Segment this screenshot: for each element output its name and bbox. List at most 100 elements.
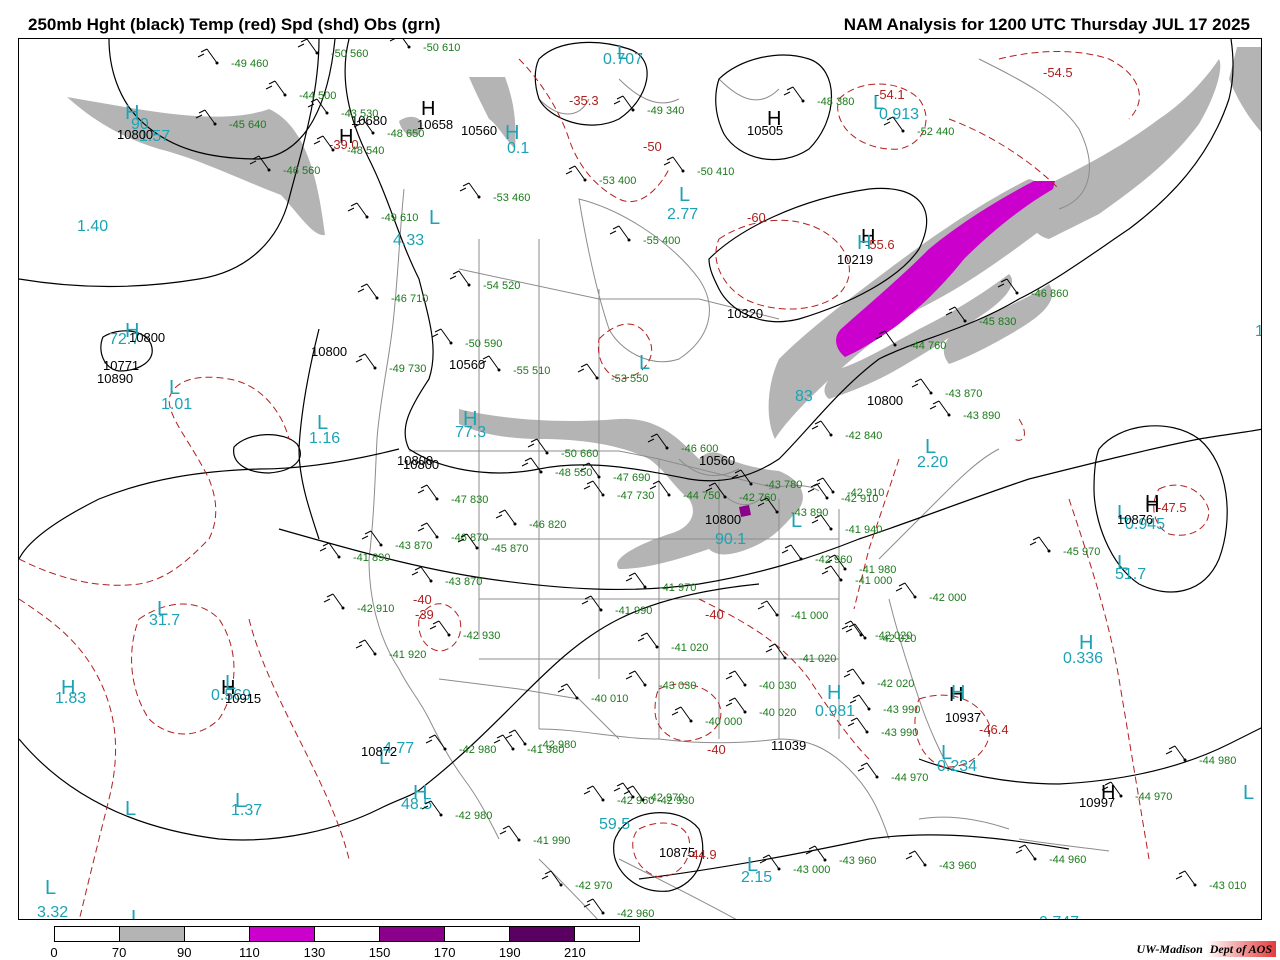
station-dot [449,341,453,345]
height-value: 10800 [311,344,347,359]
credit-label: UW-Madison Dept of AOS [1137,941,1276,957]
wind-barb [807,483,828,499]
us-mexico-border [438,678,620,740]
wind-barb [781,544,802,560]
station-dot [1047,549,1051,553]
station-obs: -43 780 [765,479,802,491]
station-obs: -45 830 [979,316,1016,328]
height-value: 10320 [727,306,763,321]
station-obs: -52 440 [917,126,954,138]
credit-dept: Dept of AOS [1205,941,1276,957]
wind-barb [417,522,438,538]
station-dot [947,413,951,417]
wind-barb [499,825,520,841]
station-dot [783,656,787,660]
station-obs: -42 930 [657,795,694,807]
station-obs: -42 930 [463,630,500,642]
station-dot [777,867,781,871]
speed-extrema-value: 31.7 [149,612,180,629]
height-value: 10800 [867,393,903,408]
map-canvas: HHHHHHHHH LHHLL HLH LLHLLLHLLLH HLLLLHLLLLH… [19,39,1261,920]
station-dot [681,169,685,173]
wind-barb [1015,844,1036,860]
station-dot [375,296,379,300]
wind-barb [625,572,646,588]
wind-barb [495,509,516,525]
height-value: 10872 [361,744,397,759]
station-dot [583,178,587,182]
wind-barb [265,80,286,96]
wind-barb [663,156,684,172]
station-dot [601,911,605,915]
speed-extrema-value: 90.1 [715,531,746,548]
station-dot [331,148,335,152]
station-obs: -50 590 [465,338,502,350]
station-obs: -41 980 [527,744,564,756]
wind-barb [765,643,786,659]
station-dot [443,747,447,751]
speed-extrema-value: 1.16 [309,430,340,447]
wind-barb [357,283,378,299]
height-value: 10937 [945,710,981,725]
station-obs: -43 960 [839,855,876,867]
station-obs: -43 870 [445,576,482,588]
station-obs: -42 970 [575,880,612,892]
station-dot [325,111,329,115]
height-value: 10890 [97,371,133,386]
station-dot [631,108,635,112]
height-value: 10800 [705,512,741,527]
station-obs: -46 820 [529,519,566,531]
isotherm [698,598,870,760]
station-dot [859,633,863,637]
height-value: 10876 [1117,512,1153,527]
temperature-value: -47.5 [1157,500,1187,515]
wind-barb [505,729,526,745]
height-value: 10800 [129,330,165,345]
legend-swatch [315,927,380,941]
wind-barb [411,566,432,582]
height-value: 11039 [771,738,806,753]
temperature-value: -40 [707,742,726,757]
speed-extrema-value: 2.20 [917,454,948,471]
station-obs: -42 910 [357,603,394,615]
wind-barb [625,670,646,686]
analysis-time-title: NAM Analysis for 1200 UTC Thursday JUL 1… [843,15,1250,34]
station-obs: -53 460 [493,192,530,204]
speed-low-symbol: L [125,798,136,820]
station-obs: -54 520 [483,280,520,292]
station-dot [283,93,287,97]
station-obs: -53 400 [599,175,636,187]
legend-swatch [55,927,120,941]
station-dot [559,883,563,887]
legend-tick-label: 150 [368,945,391,960]
station-obs: -47 830 [451,494,488,506]
station-dot [337,555,341,559]
isotherm [654,683,722,742]
speed-extrema-value: 2.15 [741,869,772,886]
wind-barb [583,480,604,496]
station-obs: -42 910 [841,493,878,505]
station-obs: -53 550 [611,373,648,385]
station-obs: -46 710 [391,293,428,305]
station-obs: -41 020 [799,653,836,665]
station-obs: -43 960 [939,860,976,872]
speed-extrema-value: 1.83 [55,690,86,707]
station-obs: -44 970 [1135,791,1172,803]
station-dot [893,343,897,347]
wind-barb [347,202,368,218]
station-dot [643,585,647,589]
temperature-value: -60 [747,210,766,225]
speed-low-symbol: L [1243,782,1254,804]
wind-barb [425,734,446,750]
station-dot [213,122,217,126]
wind-barb [449,270,470,286]
station-obs: -42 960 [617,908,654,920]
station-dot [631,795,635,799]
station-dot [829,527,833,531]
speed-extrema-value: 83 [795,388,813,405]
station-obs: -49 610 [381,212,418,224]
station-dot [839,578,843,582]
speed-extrema-value: 0.1 [507,140,529,157]
legend-swatch [250,927,315,941]
station-obs: -42 020 [877,678,914,690]
